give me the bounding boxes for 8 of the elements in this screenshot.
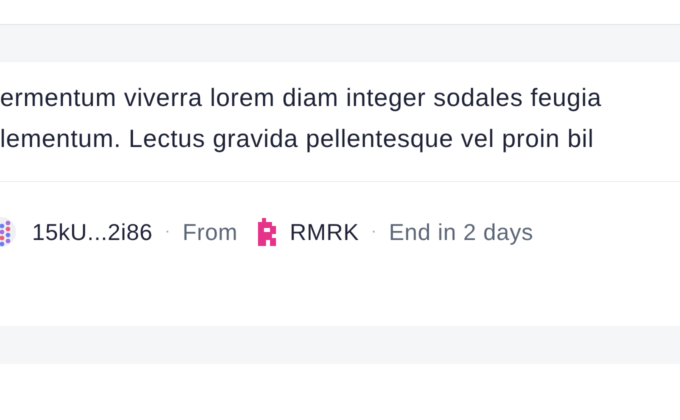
from-label: From (182, 218, 238, 247)
description-text: ermentum viverra lorem diam integer sodales feugia (0, 83, 602, 114)
description-text: lementum. Lectus gravida pellentesque vel proin bil (0, 124, 594, 155)
separator-dot: · (164, 222, 170, 242)
separator-dot: · (371, 222, 377, 242)
source-link[interactable]: RMRK (290, 214, 360, 250)
end-time-text: End in 2 days (388, 218, 534, 247)
address-text[interactable]: 15kU...2i86 (32, 214, 153, 250)
